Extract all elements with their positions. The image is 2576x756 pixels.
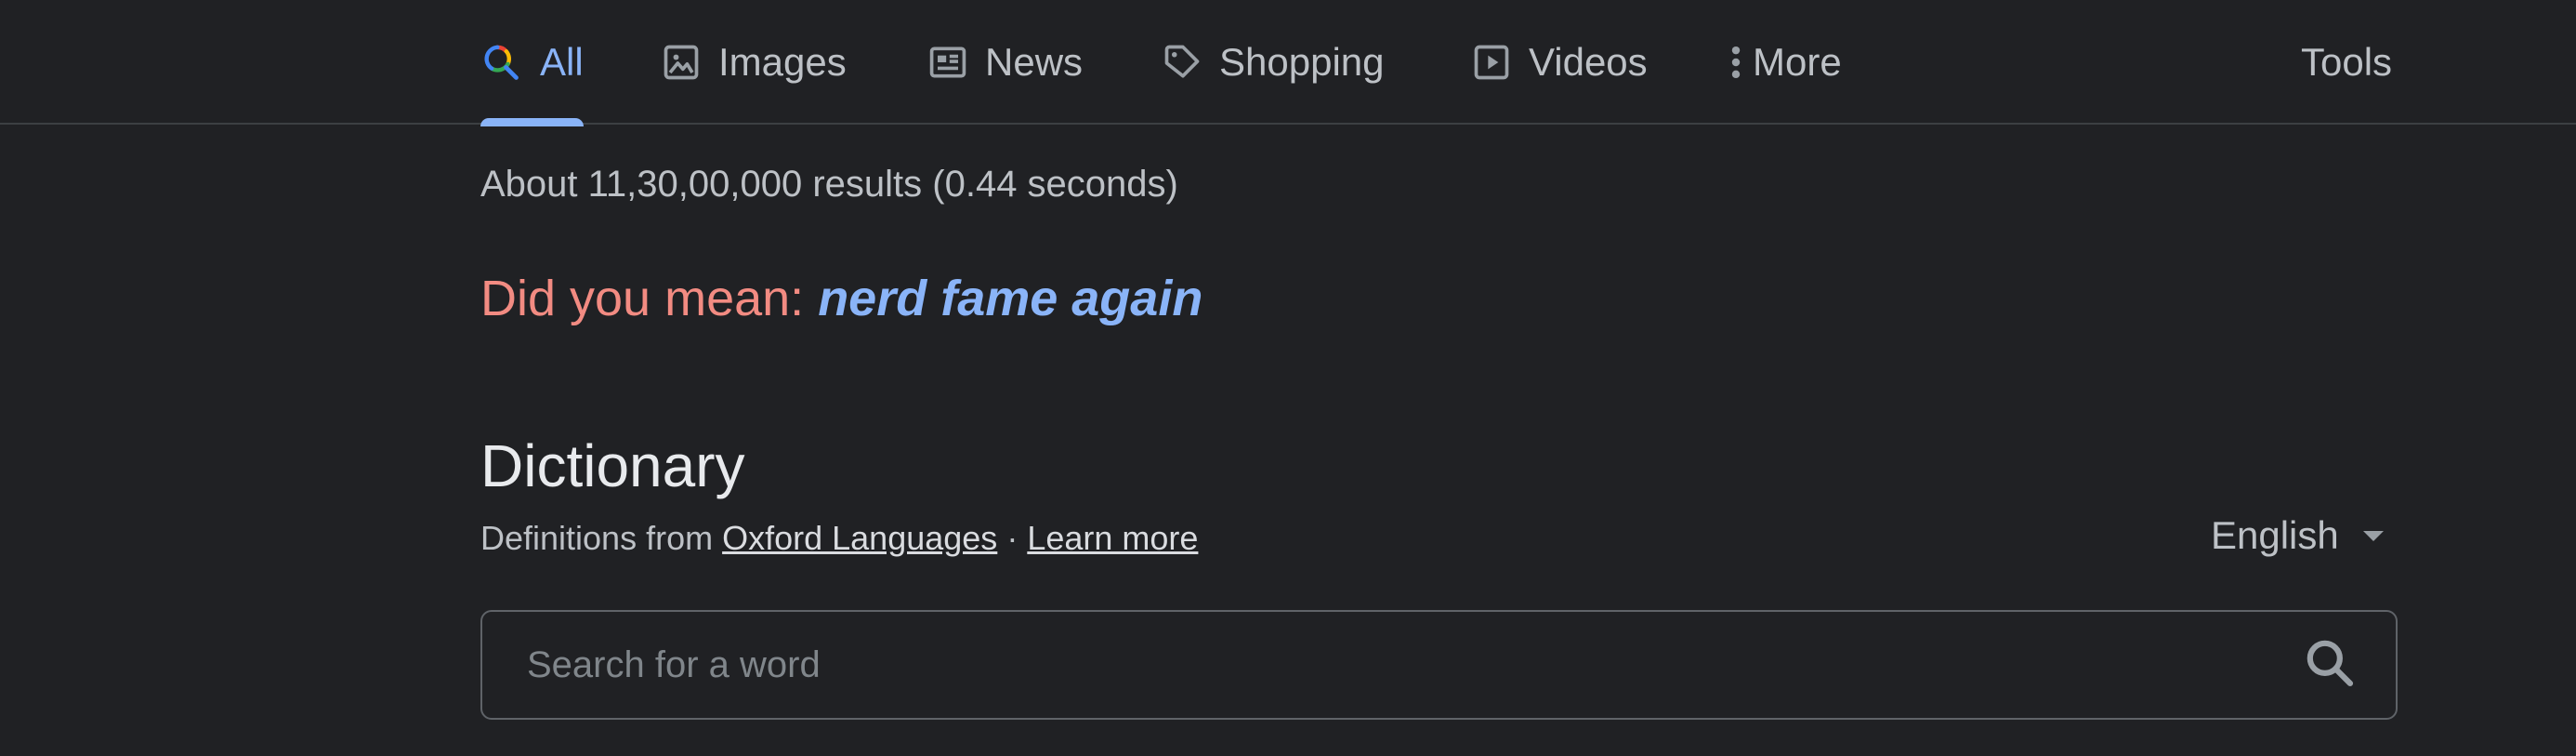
word-search-input[interactable] xyxy=(525,627,2297,703)
learn-more-link[interactable]: Learn more xyxy=(1027,519,1198,557)
chevron-down-icon xyxy=(2362,530,2384,541)
search-icon xyxy=(2301,634,2359,696)
newspaper-icon xyxy=(927,42,968,83)
results-stats: About 11,30,00,000 results (0.44 seconds… xyxy=(480,164,1178,205)
tab-news[interactable]: News xyxy=(927,0,1083,125)
tab-all-label: All xyxy=(540,40,584,84)
tab-all[interactable]: All xyxy=(480,0,584,126)
dictionary-source-prefix: Definitions from xyxy=(480,519,723,557)
google-search-icon xyxy=(480,42,521,83)
tab-more[interactable]: More xyxy=(1728,0,1842,125)
active-tab-indicator xyxy=(480,118,584,126)
search-tabs-bar: All Images News Shopping Videos More Too… xyxy=(0,0,2576,126)
did-you-mean: Did you mean: nerd fame again xyxy=(480,270,1203,327)
dictionary-source: Definitions from Oxford Languages · Lear… xyxy=(480,519,1198,558)
language-selector[interactable]: English xyxy=(2211,513,2384,558)
tab-videos-label: Videos xyxy=(1529,40,1648,84)
word-search-button[interactable] xyxy=(2297,632,2362,697)
tools-label: Tools xyxy=(2301,40,2393,84)
tag-icon xyxy=(1162,42,1203,83)
tools-button[interactable]: Tools xyxy=(2301,0,2392,125)
oxford-languages-link[interactable]: Oxford Languages xyxy=(722,519,997,557)
dictionary-source-separator: · xyxy=(997,519,1028,557)
did-you-mean-suggestion-link[interactable]: nerd fame again xyxy=(818,271,1203,326)
tab-images[interactable]: Images xyxy=(661,0,847,125)
tab-shopping-label: Shopping xyxy=(1219,40,1385,84)
tab-news-label: News xyxy=(985,40,1084,84)
tab-shopping[interactable]: Shopping xyxy=(1162,0,1385,125)
language-label: English xyxy=(2211,513,2339,557)
did-you-mean-prefix: Did you mean: xyxy=(480,271,819,326)
play-icon xyxy=(1471,42,1512,83)
image-icon xyxy=(661,42,702,83)
dictionary-title: Dictionary xyxy=(480,432,745,499)
tab-videos[interactable]: Videos xyxy=(1471,0,1648,125)
more-vert-icon xyxy=(1728,42,1743,83)
tab-images-label: Images xyxy=(718,40,847,84)
tab-more-label: More xyxy=(1753,40,1842,84)
search-results-page: All Images News Shopping Videos More Too… xyxy=(0,0,2576,756)
word-search-box xyxy=(480,610,2398,720)
